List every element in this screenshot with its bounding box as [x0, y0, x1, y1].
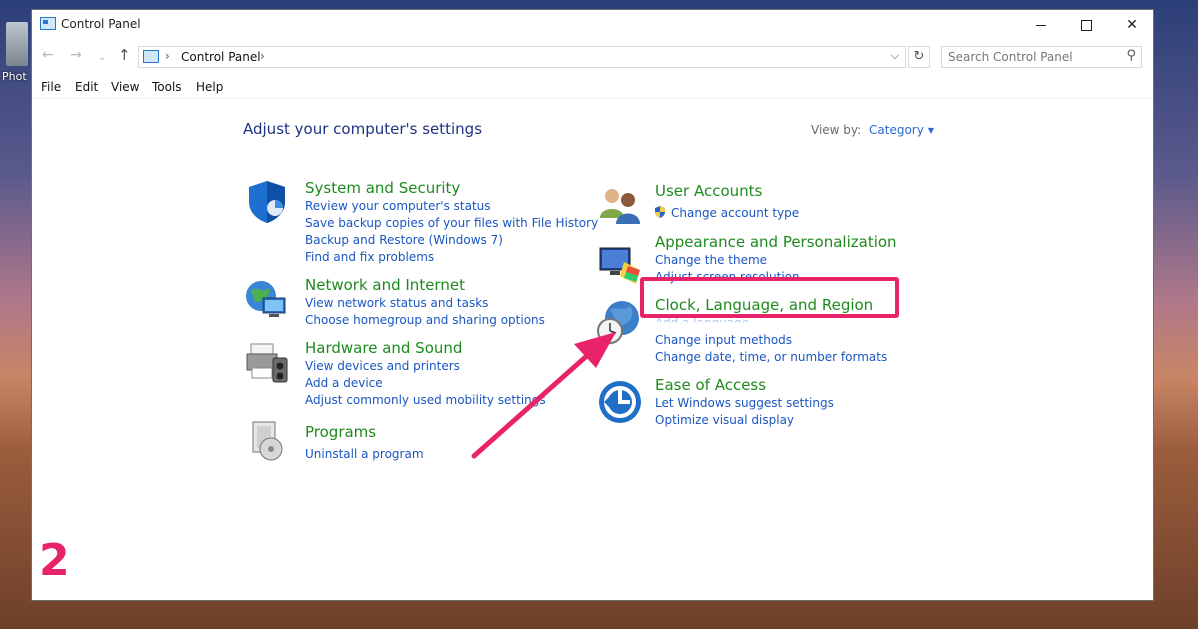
close-button[interactable]: ✕: [1109, 10, 1155, 40]
appearance-icon[interactable]: [596, 240, 644, 288]
step-number-annotation: 2: [39, 535, 70, 586]
back-arrow-icon[interactable]: ←: [42, 47, 54, 63]
category-hardware-sound[interactable]: Hardware and Sound: [305, 339, 462, 357]
link-homegroup[interactable]: Choose homegroup and sharing options: [305, 313, 545, 327]
menu-bar: File Edit View Tools Help: [32, 78, 1153, 99]
minimize-button[interactable]: [1018, 10, 1064, 40]
photos-app-icon: [6, 22, 28, 66]
link-review-status[interactable]: Review your computer's status: [305, 199, 491, 213]
category-system-security[interactable]: System and Security: [305, 179, 460, 197]
breadcrumb-chevron-icon[interactable]: ›: [260, 49, 265, 63]
page-title: Adjust your computer's settings: [243, 120, 483, 138]
link-file-history[interactable]: Save backup copies of your files with Fi…: [305, 216, 598, 230]
shield-icon[interactable]: [243, 178, 291, 226]
up-arrow-icon[interactable]: ↑: [118, 46, 131, 64]
link-uninstall-program[interactable]: Uninstall a program: [305, 447, 424, 461]
clock-globe-icon[interactable]: [594, 298, 642, 346]
programs-icon[interactable]: [243, 416, 291, 464]
control-panel-icon: [40, 17, 56, 30]
link-date-time-formats[interactable]: Change date, time, or number formats: [655, 350, 887, 364]
printer-icon[interactable]: [243, 338, 291, 386]
desktop-icon-label: Phot: [2, 70, 27, 83]
window-title: Control Panel: [61, 17, 141, 31]
link-mobility-settings[interactable]: Adjust commonly used mobility settings: [305, 393, 546, 407]
search-box[interactable]: ⚲: [941, 46, 1142, 68]
link-add-device[interactable]: Add a device: [305, 376, 383, 390]
link-optimize-display[interactable]: Optimize visual display: [655, 413, 794, 427]
breadcrumb-chevron-icon[interactable]: ›: [165, 49, 170, 63]
link-change-theme[interactable]: Change the theme: [655, 253, 767, 267]
maximize-button[interactable]: [1063, 10, 1109, 40]
refresh-button[interactable]: ↻: [908, 46, 930, 68]
link-input-methods[interactable]: Change input methods: [655, 333, 792, 347]
close-icon: ✕: [1126, 17, 1138, 33]
address-dropdown-icon[interactable]: ⌵: [891, 49, 899, 63]
recent-locations-chevron-icon[interactable]: ⌄: [98, 52, 106, 63]
menu-file[interactable]: File: [41, 80, 61, 94]
category-network-internet[interactable]: Network and Internet: [305, 276, 465, 294]
user-accounts-icon[interactable]: [596, 182, 644, 230]
view-by-dropdown[interactable]: Category ▼: [869, 123, 934, 137]
maximize-icon: [1080, 19, 1092, 31]
search-input[interactable]: [942, 47, 1118, 67]
minimize-icon: [1036, 24, 1046, 26]
link-devices-printers[interactable]: View devices and printers: [305, 359, 460, 373]
address-bar[interactable]: › Control Panel › ⌵: [138, 46, 906, 68]
link-find-fix-problems[interactable]: Find and fix problems: [305, 250, 434, 264]
search-icon[interactable]: ⚲: [1126, 48, 1136, 63]
uac-shield-icon: [655, 206, 665, 218]
category-programs[interactable]: Programs: [305, 423, 376, 441]
link-backup-restore[interactable]: Backup and Restore (Windows 7): [305, 233, 503, 247]
link-suggest-settings[interactable]: Let Windows suggest settings: [655, 396, 834, 410]
menu-view[interactable]: View: [111, 80, 139, 94]
highlight-box: [640, 277, 899, 318]
view-by-label: View by:: [811, 123, 862, 137]
title-bar[interactable]: Control Panel ✕: [32, 10, 1153, 40]
desktop-photos-shortcut[interactable]: Phot: [0, 18, 34, 88]
forward-arrow-icon[interactable]: →: [70, 47, 82, 63]
menu-edit[interactable]: Edit: [75, 80, 98, 94]
menu-tools[interactable]: Tools: [152, 80, 182, 94]
link-add-language[interactable]: Add a language: [655, 316, 749, 322]
control-panel-window: Control Panel ✕ ← → ⌄ ↑ › Control Panel …: [31, 9, 1154, 601]
dropdown-arrow-icon: ▼: [927, 126, 934, 135]
ease-of-access-icon[interactable]: [596, 378, 644, 426]
view-by-value: Category: [869, 123, 924, 137]
category-user-accounts[interactable]: User Accounts: [655, 182, 762, 200]
network-globe-icon[interactable]: [243, 276, 291, 324]
main-content: Adjust your computer's settings View by:…: [32, 98, 1153, 598]
category-ease-of-access[interactable]: Ease of Access: [655, 376, 766, 394]
navigation-bar: ← → ⌄ ↑ › Control Panel › ⌵ ↻ ⚲: [32, 44, 1153, 72]
category-appearance[interactable]: Appearance and Personalization: [655, 233, 897, 251]
refresh-icon: ↻: [913, 49, 925, 64]
breadcrumb-control-panel[interactable]: Control Panel: [181, 50, 261, 64]
link-network-status[interactable]: View network status and tasks: [305, 296, 488, 310]
menu-help[interactable]: Help: [196, 80, 223, 94]
link-change-account-type[interactable]: Change account type: [671, 206, 799, 220]
control-panel-icon: [143, 50, 159, 63]
